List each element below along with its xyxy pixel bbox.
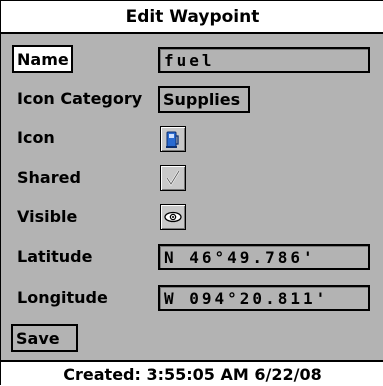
save-button[interactable]: Save [11, 324, 78, 352]
name-label-button[interactable]: Name [12, 45, 73, 73]
shared-checkbox[interactable] [160, 165, 186, 191]
dialog-title: Edit Waypoint [1, 1, 383, 34]
edit-waypoint-dialog: Edit Waypoint Name fuel Icon Category Su… [0, 0, 383, 386]
icon-picker-button[interactable] [160, 126, 186, 152]
icon-label: Icon [17, 128, 55, 147]
visible-label: Visible [17, 207, 78, 226]
name-field[interactable]: fuel [158, 47, 370, 73]
shared-label: Shared [17, 168, 81, 187]
fuel-pump-icon [166, 131, 179, 148]
visible-toggle[interactable] [160, 204, 186, 230]
checkmark-icon [166, 170, 180, 187]
latitude-label: Latitude [17, 247, 93, 266]
latitude-field[interactable]: N 46°49.786' [158, 244, 370, 270]
icon-category-select[interactable]: Supplies [158, 86, 250, 113]
icon-category-label: Icon Category [17, 89, 143, 108]
longitude-label: Longitude [17, 288, 108, 307]
eye-icon [164, 211, 182, 223]
created-timestamp: Created: 3:55:05 AM 6/22/08 [1, 360, 383, 386]
longitude-field[interactable]: W 094°20.811' [158, 285, 370, 311]
form-panel [1, 34, 383, 360]
